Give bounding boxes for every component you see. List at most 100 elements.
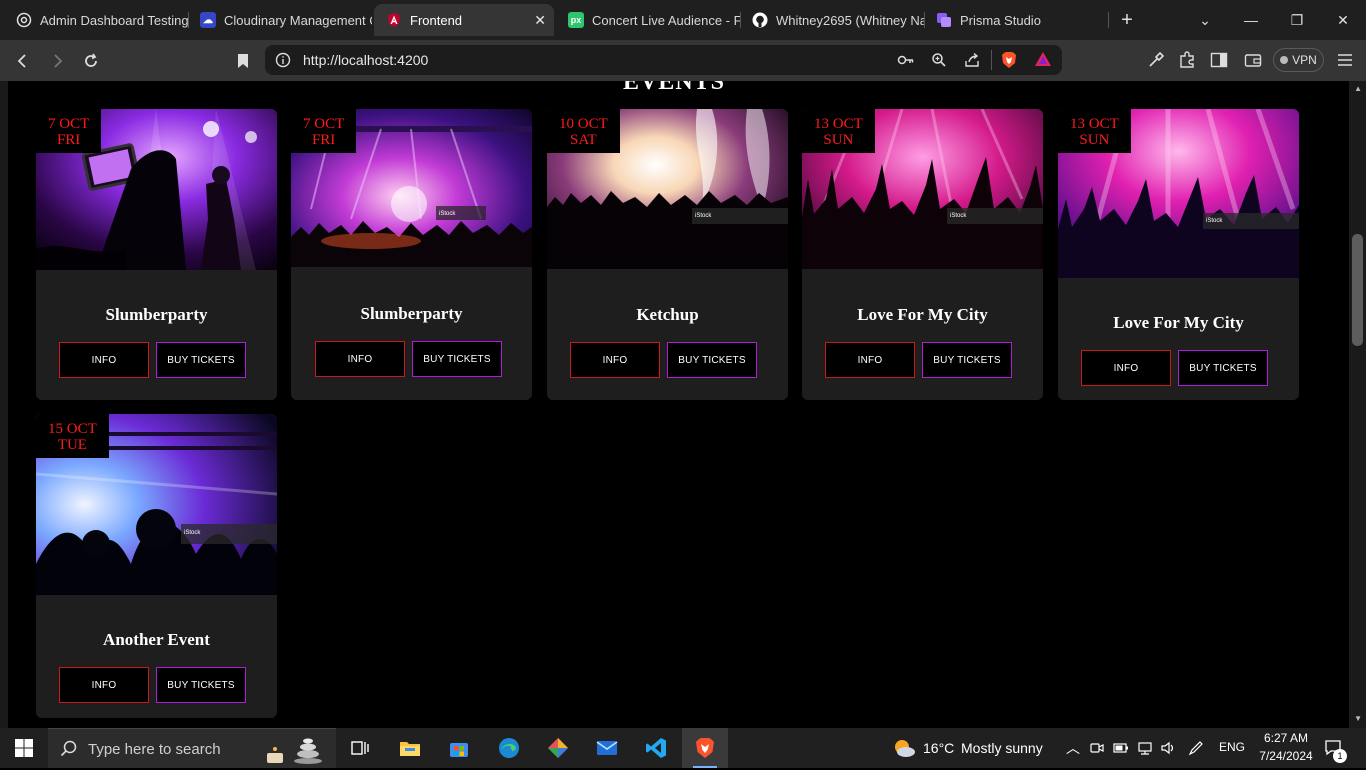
notification-count-badge: 1: [1333, 749, 1347, 763]
event-date-weekday: SUN: [823, 132, 854, 148]
page-heading: EVENTS: [622, 81, 726, 95]
language-indicator[interactable]: ENG: [1219, 740, 1245, 754]
brave-shields-icon[interactable]: [1001, 51, 1017, 74]
weather-description[interactable]: Mostly sunny: [961, 740, 1043, 756]
back-arrow-icon[interactable]: [12, 50, 34, 72]
new-tab-button[interactable]: +: [1104, 0, 1150, 40]
istock-watermark: iStock: [695, 213, 712, 219]
buy-tickets-button[interactable]: BUY TICKETS: [1178, 350, 1268, 386]
file-explorer-icon[interactable]: [390, 732, 430, 764]
buy-tickets-button[interactable]: BUY TICKETS: [922, 342, 1012, 378]
info-button[interactable]: INFO: [825, 342, 915, 378]
buy-tickets-button[interactable]: BUY TICKETS: [156, 342, 246, 378]
info-button[interactable]: INFO: [315, 341, 405, 377]
clock-date[interactable]: 7/24/2024: [1254, 749, 1318, 763]
event-date-weekday: FRI: [311, 132, 336, 148]
tab-title: Cloudinary Management C: [224, 12, 372, 28]
tab-admin-dashboard[interactable]: Admin Dashboard Testing: [4, 4, 188, 36]
vpn-label: VPN: [1292, 53, 1317, 67]
event-card: iStock 10 OCT SAT Ketchup INFO BUY TICKE…: [547, 109, 788, 400]
scroll-up-icon[interactable]: ▲: [1354, 84, 1362, 93]
share-icon[interactable]: [964, 52, 980, 73]
pen-workspace-icon[interactable]: [1188, 740, 1204, 761]
event-card: 7 OCT FRI Slumberparty INFO BUY TICKETS: [36, 109, 277, 400]
battery-icon[interactable]: [1113, 741, 1129, 760]
scroll-thumb[interactable]: [1352, 234, 1363, 346]
tab-pixabay[interactable]: px Concert Live Audience - Fr: [556, 4, 740, 36]
info-button[interactable]: INFO: [570, 342, 660, 378]
edge-icon[interactable]: [489, 732, 529, 764]
git-kraken-icon[interactable]: [538, 732, 578, 764]
close-tab-icon[interactable]: ✕: [534, 12, 546, 29]
taskbar-search-box[interactable]: Type here to search: [48, 728, 336, 768]
event-date-day: 7 OCT: [303, 116, 345, 132]
cloudinary-icon: ☁: [200, 12, 216, 28]
vpn-status-icon: [1280, 56, 1289, 64]
tab-cloudinary[interactable]: ☁ Cloudinary Management C: [188, 4, 372, 36]
close-window-icon[interactable]: ✕: [1320, 0, 1366, 40]
tab-title: Prisma Studio: [960, 12, 1041, 28]
event-title: Love For My City: [857, 305, 988, 324]
wallet-icon[interactable]: [1242, 49, 1264, 71]
event-date-day: 15 OCT: [48, 421, 97, 437]
tab-frontend[interactable]: Frontend ✕: [374, 4, 554, 36]
site-info-icon[interactable]: [275, 52, 291, 73]
tab-title: Admin Dashboard Testing: [40, 12, 188, 28]
show-hidden-icons-chevron-icon[interactable]: ︿: [1066, 738, 1080, 758]
istock-watermark: iStock: [1206, 218, 1223, 224]
browser-tab-strip: Admin Dashboard Testing ☁ Cloudinary Man…: [0, 0, 1366, 40]
event-date-day: 10 OCT: [559, 116, 608, 132]
buy-tickets-button[interactable]: BUY TICKETS: [667, 342, 757, 378]
address-bar[interactable]: http://localhost:4200: [265, 45, 1062, 75]
tab-search-chevron-icon[interactable]: ⌄: [1182, 0, 1228, 40]
volume-icon[interactable]: [1160, 741, 1176, 760]
page-scrollbar[interactable]: ▲ ▼: [1349, 81, 1366, 728]
event-title: Slumberparty: [360, 304, 463, 323]
task-view-icon[interactable]: [340, 732, 380, 764]
istock-watermark: iStock: [184, 530, 201, 536]
scroll-down-icon[interactable]: ▼: [1354, 714, 1362, 723]
bookmark-icon[interactable]: [232, 50, 254, 72]
network-icon[interactable]: [1137, 741, 1153, 760]
password-key-icon[interactable]: [897, 52, 915, 73]
event-date-weekday: TUE: [57, 437, 87, 453]
minimize-icon[interactable]: —: [1228, 0, 1274, 40]
weather-sun-icon[interactable]: [892, 737, 916, 764]
vpn-button[interactable]: VPN: [1273, 48, 1324, 72]
info-button[interactable]: INFO: [1081, 350, 1171, 386]
page-viewport: EVENTS 7 OCT FRI Slumberparty INFO BUY T…: [0, 81, 1366, 728]
tab-github[interactable]: Whitney2695 (Whitney Na: [740, 4, 924, 36]
url-text[interactable]: http://localhost:4200: [303, 52, 428, 68]
forward-arrow-icon[interactable]: [46, 50, 68, 72]
brave-taskbar-icon[interactable]: [682, 728, 728, 768]
info-button[interactable]: INFO: [59, 667, 149, 703]
reload-icon[interactable]: [80, 50, 102, 72]
clock-time[interactable]: 6:27 AM: [1258, 731, 1314, 745]
extensions-icon[interactable]: [1176, 49, 1198, 71]
mail-icon[interactable]: [587, 732, 627, 764]
search-icon: [60, 740, 78, 763]
event-card: iStock 15 OCT TUE Another Event INFO BUY…: [36, 414, 277, 718]
istock-watermark: iStock: [950, 213, 967, 219]
sidebar-icon[interactable]: [1208, 49, 1230, 71]
buy-tickets-button[interactable]: BUY TICKETS: [156, 667, 246, 703]
eyedropper-icon[interactable]: [1145, 49, 1167, 71]
restore-icon[interactable]: ❐: [1274, 0, 1320, 40]
weather-temperature[interactable]: 16°C: [923, 740, 954, 756]
event-date-weekday: SUN: [1079, 132, 1110, 148]
search-placeholder: Type here to search: [88, 741, 221, 758]
pixabay-icon: px: [568, 12, 584, 28]
event-date-badge: 13 OCT SUN: [802, 109, 875, 153]
windows-start-icon[interactable]: [0, 728, 48, 768]
angular-icon: [386, 12, 402, 28]
meet-now-icon[interactable]: [1090, 741, 1104, 760]
tab-prisma[interactable]: Prisma Studio: [924, 4, 1108, 36]
menu-icon[interactable]: [1334, 49, 1356, 71]
event-date-badge: 7 OCT FRI: [291, 109, 357, 153]
info-button[interactable]: INFO: [59, 342, 149, 378]
buy-tickets-button[interactable]: BUY TICKETS: [412, 341, 502, 377]
zoom-icon[interactable]: [931, 52, 947, 73]
microsoft-store-icon[interactable]: [439, 732, 479, 764]
vscode-icon[interactable]: [636, 732, 676, 764]
brave-rewards-icon[interactable]: [1034, 51, 1052, 72]
